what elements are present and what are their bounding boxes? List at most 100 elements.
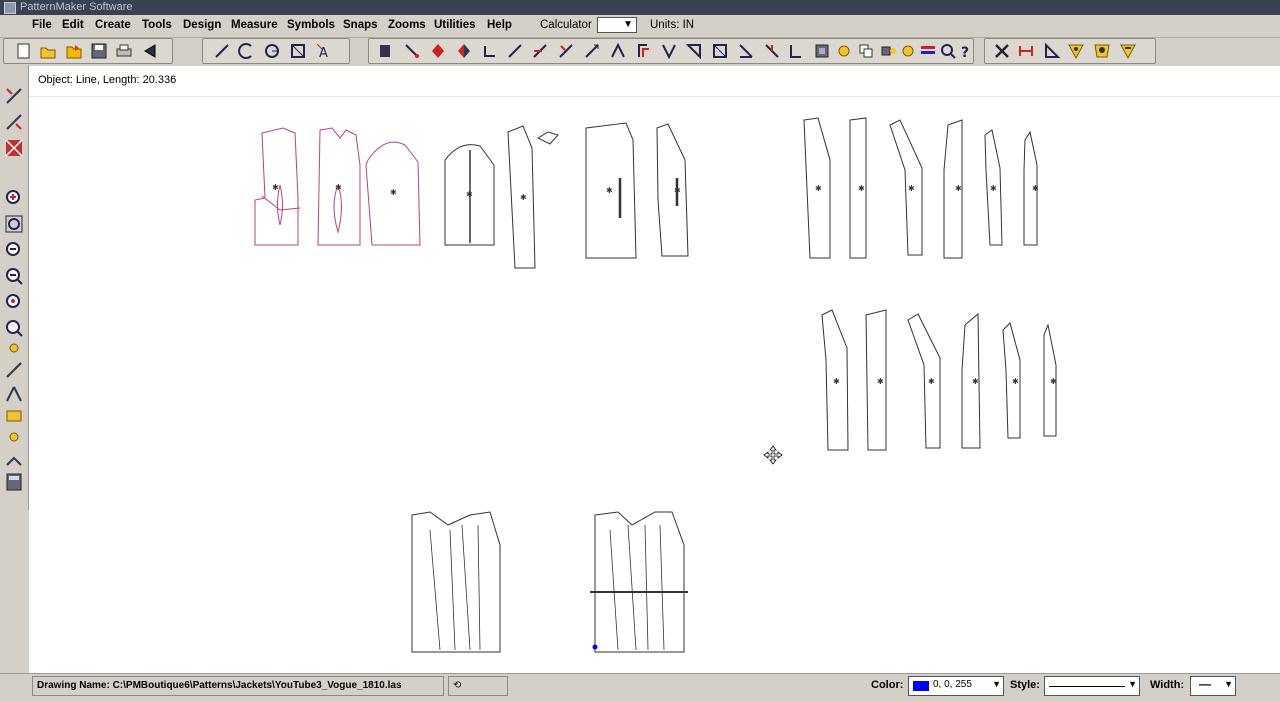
- window-title: PatternMaker Software: [20, 1, 133, 13]
- triangle-icon[interactable]: [1042, 41, 1062, 61]
- tape-icon[interactable]: [3, 447, 25, 469]
- shield3-icon[interactable]: [1118, 41, 1138, 61]
- join-icon[interactable]: [608, 41, 628, 61]
- zoom-in-icon[interactable]: [3, 187, 25, 209]
- print-icon[interactable]: [114, 41, 134, 61]
- angle-icon[interactable]: [736, 41, 756, 61]
- svg-text:✱: ✱: [606, 186, 613, 195]
- open-icon[interactable]: [38, 41, 58, 61]
- back-icon[interactable]: [140, 41, 160, 61]
- seam-tool-icon[interactable]: [3, 85, 25, 107]
- svg-text:?: ?: [961, 45, 969, 60]
- svg-text:A: A: [319, 46, 328, 60]
- snap-indicator[interactable]: ⟲: [448, 676, 508, 696]
- title-bar: PatternMaker Software: [0, 0, 1280, 15]
- new-icon[interactable]: [14, 41, 34, 61]
- svg-text:✱: ✱: [466, 190, 473, 199]
- save-icon[interactable]: [89, 41, 109, 61]
- group-icon[interactable]: [834, 41, 854, 61]
- grade-icon[interactable]: [762, 41, 782, 61]
- pattern-drawing[interactable]: ✱ ✱ ✱ ✱ ✱ ✱ ✱ ✱ ✱ ✱ ✱ ✱ ✱ ✱ ✱ ✱ ✱ ✱ ✱: [29, 97, 1280, 673]
- chevron-down-icon: ▼: [992, 679, 1001, 689]
- move-icon[interactable]: [402, 41, 422, 61]
- zoom-all-icon[interactable]: [3, 239, 25, 261]
- break-icon[interactable]: [582, 41, 602, 61]
- line-style-preview: [1049, 686, 1125, 687]
- status-ruler: [29, 66, 1280, 97]
- node-icon[interactable]: [3, 359, 25, 381]
- menu-symbols[interactable]: Symbols: [287, 19, 335, 31]
- flip-icon[interactable]: [454, 41, 474, 61]
- menu-measure[interactable]: Measure: [231, 19, 278, 31]
- help-icon[interactable]: ?: [956, 41, 976, 61]
- duplicate-icon[interactable]: [812, 41, 832, 61]
- zoom-out-icon[interactable]: [3, 265, 25, 287]
- svg-text:✱: ✱: [1012, 377, 1019, 386]
- menu-file[interactable]: File: [32, 19, 52, 31]
- menu-create[interactable]: Create: [95, 19, 131, 31]
- shield2-icon[interactable]: [1092, 41, 1112, 61]
- line-icon[interactable]: [212, 41, 232, 61]
- offset-icon[interactable]: [634, 41, 654, 61]
- drawing-canvas[interactable]: ✱ ✱ ✱ ✱ ✱ ✱ ✱ ✱ ✱ ✱ ✱ ✱ ✱ ✱ ✱ ✱ ✱ ✱ ✱: [29, 97, 1280, 673]
- measure-icon[interactable]: [938, 41, 958, 61]
- chevron-down-icon: ▼: [623, 19, 633, 30]
- calculator-icon[interactable]: [3, 471, 25, 493]
- menu-edit[interactable]: Edit: [62, 19, 84, 31]
- measure-icon[interactable]: [1016, 41, 1036, 61]
- menu-tools[interactable]: Tools: [142, 19, 172, 31]
- rotate-icon[interactable]: [480, 41, 500, 61]
- measure-icon[interactable]: [3, 405, 25, 427]
- menu-utilities[interactable]: Utilities: [434, 19, 476, 31]
- light-icon[interactable]: [3, 427, 25, 449]
- svg-text:✱: ✱: [674, 186, 681, 195]
- calculator-dropdown[interactable]: ▼: [597, 17, 637, 33]
- color-dropdown[interactable]: 0, 0, 255 ▼: [908, 676, 1004, 696]
- svg-text:✱: ✱: [990, 184, 997, 193]
- app-icon: [4, 2, 16, 14]
- color-label: Color:: [871, 679, 904, 691]
- text-icon[interactable]: A: [314, 41, 334, 61]
- dart-icon[interactable]: [659, 41, 679, 61]
- layer-icon[interactable]: [898, 41, 918, 61]
- arc-icon[interactable]: [236, 41, 256, 61]
- menu-snaps[interactable]: Snaps: [343, 19, 378, 31]
- selected-node: [592, 644, 598, 650]
- mirror-icon[interactable]: [428, 41, 448, 61]
- drawing-name: Drawing Name: C:\PMBoutique6\Patterns\Ja…: [32, 676, 444, 696]
- zoom-previous-icon[interactable]: [3, 291, 25, 313]
- arrow-icon[interactable]: [3, 383, 25, 405]
- menu-zooms[interactable]: Zooms: [388, 19, 426, 31]
- width-dropdown[interactable]: — ▼: [1190, 676, 1236, 696]
- circle-icon[interactable]: [262, 41, 282, 61]
- slash-icon[interactable]: [505, 41, 525, 61]
- zoom-realtime-icon[interactable]: [3, 337, 25, 359]
- select-icon[interactable]: [376, 41, 396, 61]
- pleat-icon[interactable]: [684, 41, 704, 61]
- extend-icon[interactable]: [530, 41, 550, 61]
- pan-icon[interactable]: [3, 317, 25, 339]
- pattern-icon[interactable]: [3, 137, 25, 159]
- menu-design[interactable]: Design: [183, 19, 221, 31]
- shield-icon[interactable]: [1066, 41, 1086, 61]
- dark-pattern-pieces: [411, 117, 1057, 653]
- menu-help[interactable]: Help: [487, 19, 512, 31]
- notch-icon[interactable]: [710, 41, 730, 61]
- style-label: Style:: [1010, 679, 1040, 691]
- layer-icon[interactable]: [918, 41, 938, 61]
- layer-icon[interactable]: [878, 41, 898, 61]
- rectangle-icon[interactable]: [288, 41, 308, 61]
- trim-icon[interactable]: [556, 41, 576, 61]
- delete-icon[interactable]: [992, 41, 1012, 61]
- zoom-window-icon[interactable]: [3, 213, 25, 235]
- cut-tool-icon[interactable]: [3, 111, 25, 133]
- svg-text:✱: ✱: [955, 184, 962, 193]
- symbol-icon[interactable]: [786, 41, 806, 61]
- width-value: —: [1199, 677, 1211, 691]
- object-info: Object: Line, Length: 20.336: [38, 74, 177, 86]
- style-dropdown[interactable]: ▼: [1044, 676, 1140, 696]
- folder-icon[interactable]: [64, 41, 84, 61]
- ungroup-icon[interactable]: [856, 41, 876, 61]
- chevron-down-icon: ▼: [1128, 679, 1137, 689]
- calculator-label: Calculator: [540, 19, 592, 31]
